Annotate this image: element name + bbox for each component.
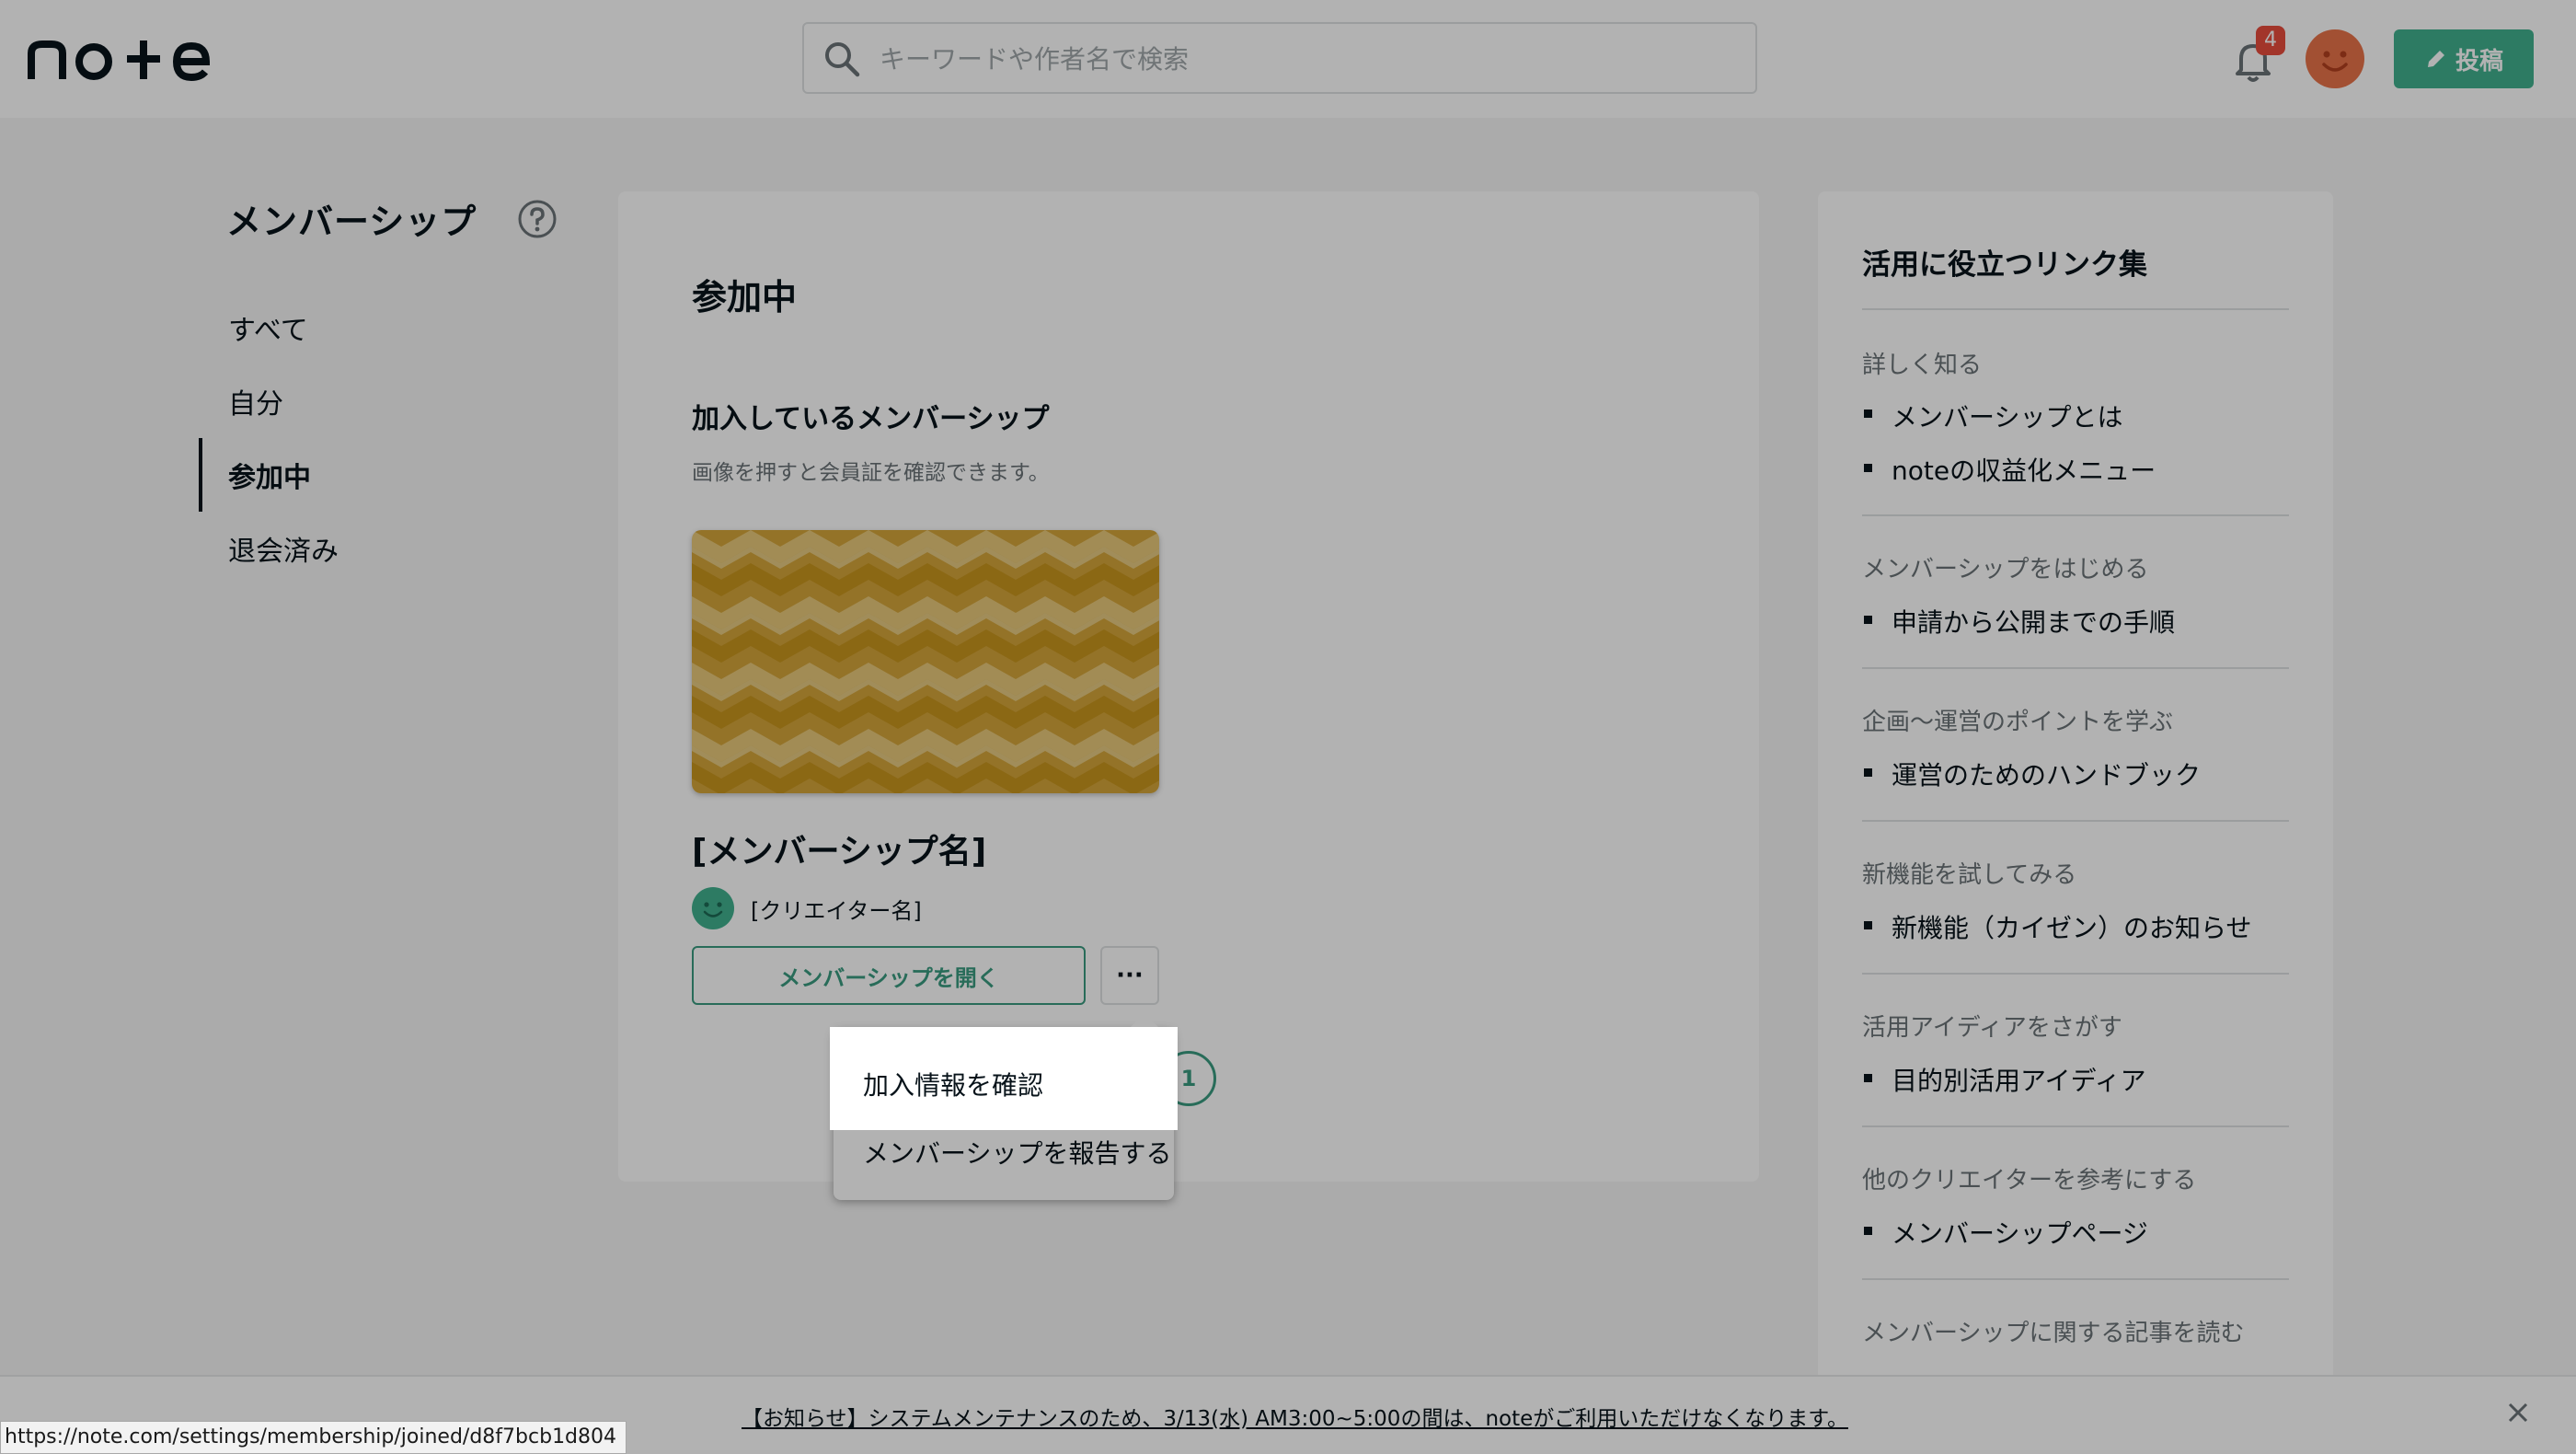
user-avatar[interactable] (2306, 29, 2364, 88)
links-group-heading: メンバーシップをはじめる (1862, 556, 2149, 583)
link-about-membership[interactable]: メンバーシップとは (1892, 398, 2122, 434)
bullet (1864, 464, 1872, 472)
link-membership-page[interactable]: メンバーシップページ (1892, 1214, 2148, 1251)
membership-card-image[interactable] (692, 530, 1159, 793)
sidebar-item-all[interactable]: すべて (228, 307, 308, 348)
bullet (1864, 410, 1872, 418)
highlighted-menu-item[interactable]: 加入情報を確認 (830, 1027, 1178, 1130)
highlighted-menu-item-label: 加入情報を確認 (863, 1070, 1044, 1101)
status-bar-url: https://note.com/settings/membership/joi… (0, 1421, 627, 1454)
divider (1862, 1278, 2289, 1280)
search-icon (825, 42, 860, 77)
sidebar-item-left[interactable]: 退会済み (228, 528, 339, 569)
membership-pattern (692, 530, 1159, 793)
help-icon[interactable] (517, 199, 558, 239)
more-options-button[interactable]: ··· (1100, 946, 1159, 1005)
links-group-heading: 新機能を試してみる (1862, 861, 2077, 889)
page-title: 参加中 (692, 277, 798, 317)
sidebar-item-mine[interactable]: 自分 (228, 381, 283, 421)
divider (1862, 973, 2289, 975)
links-group-heading: メンバーシップに関する記事を読む (1862, 1320, 2245, 1347)
menu-item-report-membership[interactable]: メンバーシップを報告する (863, 1134, 1171, 1171)
open-membership-button[interactable]: メンバーシップを開く (692, 946, 1086, 1005)
membership-name: [メンバーシップ名] (692, 833, 987, 871)
bullet (1864, 768, 1872, 777)
bullet (1864, 921, 1872, 929)
bullet (1864, 616, 1872, 624)
top-header: 4 投稿 (0, 0, 2576, 118)
link-monetization-menu[interactable]: noteの収益化メニュー (1892, 451, 2156, 488)
creator-name[interactable]: [クリエイター名] (751, 893, 922, 925)
links-group-heading: 活用アイディアをさがす (1862, 1014, 2122, 1042)
link-handbook[interactable]: 運営のためのハンドブック (1892, 756, 2201, 792)
links-group-heading: 他のクリエイターを参考にする (1862, 1167, 2197, 1194)
divider (1862, 667, 2289, 669)
links-group-heading: 企画〜運営のポイントを学ぶ (1862, 709, 2174, 736)
pencil-icon (2427, 51, 2444, 67)
bullet (1864, 1227, 1872, 1235)
creator-avatar[interactable] (692, 887, 734, 929)
link-application-steps[interactable]: 申請から公開までの手順 (1892, 603, 2175, 640)
note-logo[interactable] (28, 33, 212, 83)
close-icon[interactable] (2502, 1397, 2534, 1428)
search-box[interactable] (802, 22, 1757, 94)
link-usage-ideas[interactable]: 目的別活用アイディア (1892, 1061, 2146, 1098)
sidebar-title: メンバーシップ (226, 202, 477, 242)
divider (1862, 820, 2289, 822)
link-new-features[interactable]: 新機能（カイゼン）のお知らせ (1892, 908, 2251, 945)
links-title: 活用に役立つリンク集 (1862, 248, 2147, 282)
post-button[interactable]: 投稿 (2394, 29, 2534, 88)
divider (1862, 1125, 2289, 1127)
links-group-heading: 詳しく知る (1862, 352, 1983, 379)
maintenance-notice-link[interactable]: 【お知らせ】システムメンテナンスのため、3/13(水) AM3:00~5:00の… (742, 1401, 1848, 1432)
links-panel (1818, 191, 2333, 1454)
sidebar-item-joined[interactable]: 参加中 (228, 455, 311, 495)
divider (1862, 514, 2289, 516)
section-title: 加入しているメンバーシップ (692, 403, 1050, 435)
divider (1862, 308, 2289, 310)
notification-badge: 4 (2256, 26, 2285, 55)
bullet (1864, 1074, 1872, 1082)
search-input[interactable] (878, 33, 1709, 85)
sidebar-active-indicator (199, 438, 202, 512)
post-button-label: 投稿 (2455, 47, 2503, 75)
section-description: 画像を押すと会員証を確認できます。 (692, 461, 1050, 485)
